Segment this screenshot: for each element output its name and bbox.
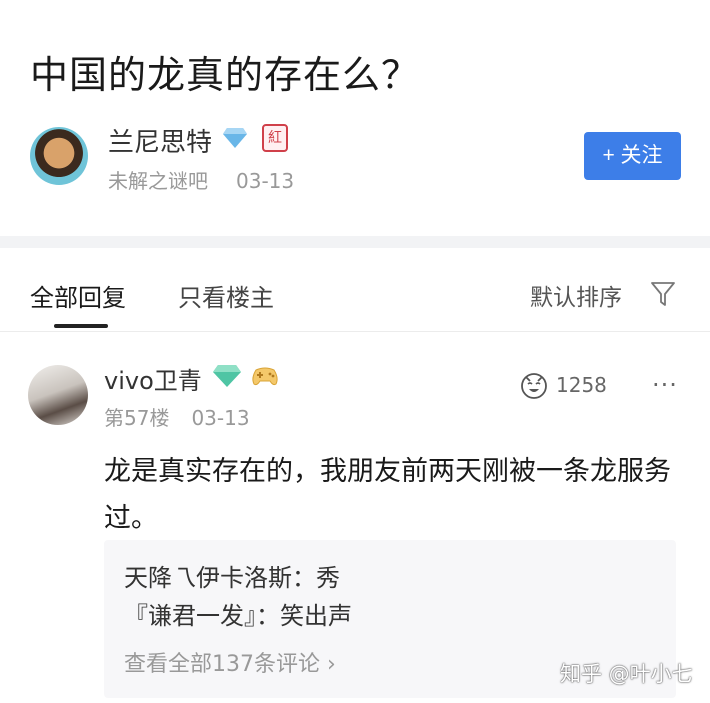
follow-button[interactable]: + 关注 bbox=[584, 132, 681, 180]
view-all-comments-link[interactable]: 查看全部137条评论 › bbox=[124, 646, 336, 678]
reply-text: 龙是真实存在的，我朋友前两天刚被一条龙服务过。 bbox=[104, 456, 671, 534]
reply-avatar[interactable] bbox=[28, 365, 88, 425]
author-avatar[interactable] bbox=[30, 127, 88, 185]
author-subtitle[interactable]: 未解之谜吧 bbox=[108, 169, 208, 193]
tab-all-replies[interactable]: 全部回复 bbox=[30, 278, 126, 313]
diamond-icon bbox=[213, 365, 241, 387]
diamond-icon bbox=[223, 128, 247, 148]
section-divider bbox=[0, 236, 710, 248]
reply-username[interactable]: vivo卫青 bbox=[104, 361, 202, 396]
active-tab-underline bbox=[54, 324, 108, 328]
floor-number: 第57楼 bbox=[104, 406, 170, 430]
reply-meta: 第57楼 03-13 bbox=[104, 402, 250, 431]
subreply-item[interactable]: 『谦君一发』：笑出声 bbox=[124, 596, 352, 631]
more-options-icon[interactable]: ··· bbox=[652, 371, 678, 399]
post-date: 03-13 bbox=[236, 169, 295, 193]
subreply-item[interactable]: 天降乁伊卡洛斯：秀 bbox=[124, 558, 340, 593]
like-count: 1258 bbox=[556, 373, 607, 397]
reply-date: 03-13 bbox=[191, 406, 250, 430]
post-title: 中国的龙真的存在么？ bbox=[30, 53, 421, 97]
watermark: 知乎 @叶小七 bbox=[560, 662, 693, 686]
gamepad-icon bbox=[252, 367, 278, 386]
sort-button[interactable]: 默认排序 bbox=[530, 278, 622, 312]
filter-icon[interactable] bbox=[650, 280, 676, 308]
tabs-divider bbox=[0, 331, 710, 332]
level-badge-icon: 紅 bbox=[262, 124, 288, 152]
tab-owner-only[interactable]: 只看楼主 bbox=[178, 278, 274, 313]
author-name[interactable]: 兰尼思特 bbox=[108, 122, 212, 159]
like-icon[interactable] bbox=[518, 370, 550, 400]
author-meta: 未解之谜吧 03-13 bbox=[108, 165, 294, 194]
